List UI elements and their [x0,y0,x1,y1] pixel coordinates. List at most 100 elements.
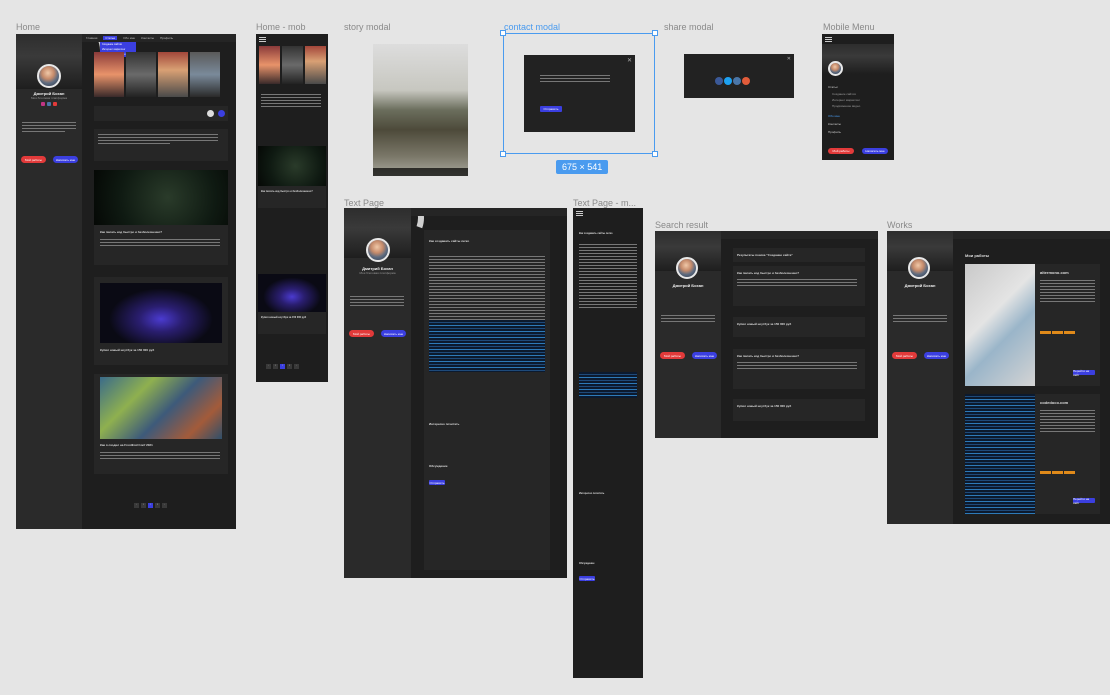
post-card[interactable]: Как я сходил на FrontEnd Conf 2021 [94,374,228,474]
works-heading: Мои работы [965,253,990,258]
menu-icon[interactable] [259,37,266,42]
resize-handle[interactable] [652,151,658,157]
page-link[interactable]: 1 [141,503,146,508]
menu-icon[interactable] [576,211,583,216]
story-thumb[interactable] [282,46,303,84]
my-works-button[interactable]: Мой работы [892,352,917,359]
send-icon[interactable] [218,110,225,117]
page-next[interactable]: › [162,503,167,508]
page-prev[interactable]: ‹ [266,364,271,369]
frame-label-works[interactable]: Works [887,220,912,230]
page-link[interactable]: 1 [273,364,278,369]
my-works-button[interactable]: Мой работы [349,330,374,337]
ok-icon[interactable] [742,77,750,85]
nav-contacts[interactable]: Контакты [141,36,154,40]
my-works-button[interactable]: Мой работы [21,156,46,163]
close-icon[interactable]: ✕ [787,56,791,62]
menu-item[interactable]: Статьи [828,85,838,89]
post-card[interactable]: Как писать код быстро и безболезненно? [94,170,228,265]
resize-handle[interactable] [500,30,506,36]
story-thumb[interactable] [305,46,326,84]
page-next[interactable]: › [294,364,299,369]
post-card[interactable] [94,129,228,161]
post-card[interactable]: Как писать код быстро и безболезненно? [258,146,326,208]
page-prev[interactable]: ‹ [134,503,139,508]
search-result-card[interactable]: Купил новый ноутбук за 150 000 руб [733,317,865,337]
my-works-button[interactable]: Мой работы [828,148,854,154]
youtube-icon[interactable] [53,102,57,106]
post-title[interactable]: Купил новый ноутбук за 150 000 руб [261,316,323,319]
related-heading: Интересно почитать [579,492,605,495]
avatar [676,257,698,279]
search-result-card[interactable]: Купил новый ноутбук за 150 000 руб [733,399,865,421]
nav-home[interactable]: Главная [86,36,97,40]
write-me-button[interactable]: Написать мне [381,330,406,337]
page-link[interactable]: 3 [287,364,292,369]
frame-label-contact-modal[interactable]: contact modal [504,22,560,32]
post-card[interactable]: Купил новый ноутбук за 150 000 руб [258,274,326,334]
work-card[interactable]: altermono.com Перейти на сайт [965,264,1100,386]
frame-label-mobile-menu[interactable]: Mobile Menu [823,22,875,32]
result-title[interactable]: Купил новый ноутбук за 150 000 руб [737,322,791,326]
frame-label-text-page-mob[interactable]: Text Page - m... [573,198,636,208]
resize-handle[interactable] [500,151,506,157]
result-title[interactable]: Как писать код быстро и безболезненно? [737,354,799,358]
frame-label-home-mob[interactable]: Home - mob [256,22,306,32]
post-title[interactable]: Как я сходил на FrontEnd Conf 2021 [100,443,153,447]
page-link-active[interactable]: 2 [280,364,285,369]
video-controls[interactable] [373,168,468,176]
work-title[interactable]: codedoco.com [1040,400,1068,405]
visit-site-button[interactable]: Перейти на сайт [1073,497,1095,505]
send-button[interactable]: Отправить [579,576,595,581]
my-works-button[interactable]: Мой работы [660,352,685,359]
story-thumb[interactable] [259,46,280,84]
write-me-button[interactable]: Написать мне [924,352,949,359]
nav-about[interactable]: Обо мне [123,36,135,40]
resize-handle[interactable] [652,30,658,36]
menu-icon[interactable] [825,37,832,42]
search-result-card[interactable]: Как писать код быстро и безболезненно? [733,266,865,306]
post-card[interactable]: Купил новый ноутбук за 150 000 руб [94,277,228,365]
work-title[interactable]: altermono.com [1040,270,1069,275]
post-title[interactable]: Как писать код быстро и безболезненно? [100,230,162,234]
instagram-icon[interactable] [41,102,45,106]
frame-label-search-result[interactable]: Search result [655,220,708,230]
nav-profile[interactable]: Профиль [160,36,173,40]
twitter-icon[interactable] [724,77,732,85]
frame-label-share-modal[interactable]: share modal [664,22,714,32]
write-me-button[interactable]: Написать мне [53,156,78,163]
visit-site-button[interactable]: Перейти на сайт [1073,369,1095,377]
facebook-icon[interactable] [715,77,723,85]
story-thumb[interactable] [190,52,220,97]
vk-icon[interactable] [47,102,51,106]
send-button[interactable]: Отправить [429,480,445,485]
menu-item[interactable]: Контакты [828,122,841,126]
page-link-active[interactable]: 2 [148,503,153,508]
work-card[interactable]: codedoco.com Перейти на сайт [965,394,1100,514]
menu-item[interactable]: Продвижение видео [832,104,860,108]
menu-item[interactable]: Создание сайтов [832,92,856,96]
post-title[interactable]: Купил новый ноутбук за 150 000 руб [100,348,154,352]
frame-label-story-modal[interactable]: story modal [344,22,391,32]
menu-item[interactable]: Интернет маркетинг [832,98,860,102]
send-button[interactable]: Отправить [540,106,562,112]
page-link[interactable]: 3 [155,503,160,508]
menu-item[interactable]: Профиль [828,130,841,134]
search-result-card[interactable]: Как писать код быстро и безболезненно? [733,349,865,389]
write-me-button[interactable]: Написать мне [692,352,717,359]
story-thumb[interactable] [158,52,188,97]
close-icon[interactable]: ✕ [627,57,632,64]
post-title[interactable]: Как писать код быстро и безболезненно? [261,190,323,193]
result-title[interactable]: Купил новый ноутбук за 150 000 руб [737,404,791,408]
vk-icon[interactable] [733,77,741,85]
write-me-button[interactable]: Написать мне [862,148,888,154]
result-title[interactable]: Как писать код быстро и безболезненно? [737,271,799,275]
nav-articles[interactable]: Статьи [103,36,118,40]
story-thumb[interactable] [126,52,156,97]
story-thumb[interactable] [94,52,124,97]
settings-icon[interactable] [207,110,214,117]
frame-label-text-page[interactable]: Text Page [344,198,384,208]
menu-item[interactable]: Обо мне [828,114,840,118]
search-heading-card: Результаты поиска "Создание сайта" [733,248,865,262]
frame-label-home[interactable]: Home [16,22,40,32]
